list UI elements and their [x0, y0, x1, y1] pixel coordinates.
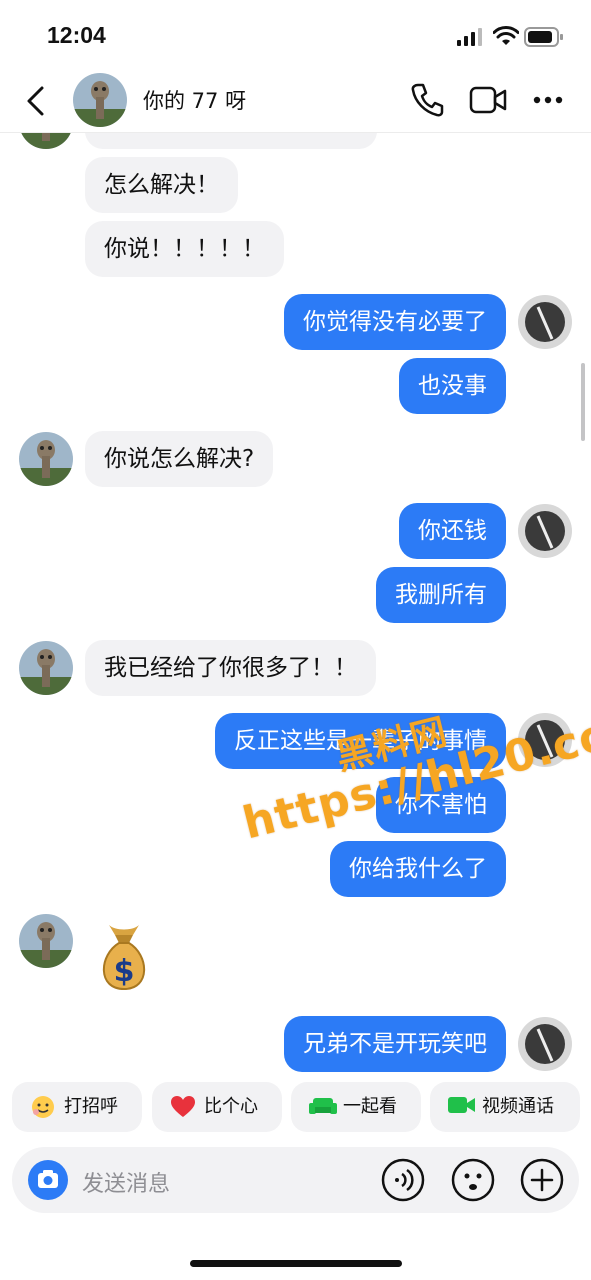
- camera-icon: [38, 1170, 58, 1188]
- money-bag-emoji-message[interactable]: $ 💰: [95, 921, 153, 993]
- contact-name[interactable]: 你的 77 呀: [143, 85, 246, 115]
- message-bubble-incoming[interactable]: [85, 133, 377, 149]
- heart-icon: [171, 1096, 195, 1117]
- message-bubble-incoming[interactable]: 你说！！！！！: [85, 221, 284, 277]
- my-avatar[interactable]: [518, 1017, 572, 1071]
- back-chevron-icon[interactable]: [22, 84, 52, 118]
- contact-avatar-small[interactable]: [19, 641, 73, 695]
- message-bubble-incoming[interactable]: 我已经给了你很多了！！: [85, 640, 376, 696]
- sofa-icon: [309, 1098, 337, 1114]
- contact-avatar-small[interactable]: [19, 432, 73, 486]
- svg-text:$: $: [114, 954, 135, 989]
- sticker-icon[interactable]: [451, 1158, 495, 1202]
- home-indicator[interactable]: [190, 1260, 402, 1267]
- message-bubble-outgoing[interactable]: 兄弟不是开玩笑吧: [284, 1016, 506, 1072]
- phone-icon[interactable]: [410, 82, 444, 118]
- signal-icon: [457, 28, 482, 46]
- plus-icon[interactable]: [520, 1158, 564, 1202]
- my-avatar[interactable]: [518, 504, 572, 558]
- quick-reply-label: 视频通话: [482, 1096, 554, 1117]
- wifi-icon: [493, 26, 519, 45]
- quick-reply-video-call[interactable]: 视频通话: [430, 1082, 580, 1132]
- quick-reply-watch-together[interactable]: 一起看: [291, 1082, 421, 1132]
- quick-reply-heart[interactable]: 比个心: [152, 1082, 282, 1132]
- chat-header: 你的 77 呀: [0, 70, 591, 133]
- quick-reply-label: 打招呼: [64, 1096, 118, 1117]
- message-input[interactable]: 发送消息: [82, 1166, 170, 1198]
- video-icon: [448, 1097, 475, 1113]
- scrollbar[interactable]: [581, 363, 585, 441]
- message-bubble-outgoing[interactable]: 你觉得没有必要了: [284, 294, 506, 350]
- camera-button[interactable]: [28, 1160, 68, 1200]
- message-bubble-outgoing[interactable]: 你还钱: [399, 503, 506, 559]
- battery-icon: [524, 27, 563, 47]
- video-call-icon[interactable]: [469, 84, 507, 116]
- message-bubble-incoming[interactable]: 你说怎么解决?: [85, 431, 274, 487]
- message-bubble-outgoing[interactable]: 也没事: [399, 358, 506, 414]
- quick-reply-label: 比个心: [204, 1096, 258, 1117]
- more-icon[interactable]: [532, 95, 564, 105]
- message-list[interactable]: 怎么解决！ 你说！！！！！ 你觉得没有必要了 也没事 你说怎么解决? 你还钱 我…: [0, 133, 591, 1073]
- voice-icon[interactable]: [381, 1158, 425, 1202]
- my-avatar[interactable]: [518, 295, 572, 349]
- status-bar: 12:04: [0, 0, 591, 70]
- contact-avatar-small[interactable]: [19, 914, 73, 968]
- status-time: 12:04: [47, 22, 106, 48]
- contact-avatar-small[interactable]: [19, 133, 73, 149]
- quick-reply-greet[interactable]: 打招呼: [12, 1082, 142, 1132]
- message-bubble-outgoing[interactable]: 我删所有: [376, 567, 506, 623]
- wave-emoji-icon: [32, 1096, 54, 1118]
- message-bubble-incoming[interactable]: 怎么解决！: [85, 157, 238, 213]
- contact-avatar[interactable]: [73, 73, 127, 127]
- quick-reply-bar: 打招呼 比个心 一起看 视频通话: [0, 1082, 591, 1134]
- message-bubble-outgoing[interactable]: 你给我什么了: [330, 841, 506, 897]
- message-composer[interactable]: 发送消息: [12, 1147, 579, 1213]
- quick-reply-label: 一起看: [343, 1096, 397, 1117]
